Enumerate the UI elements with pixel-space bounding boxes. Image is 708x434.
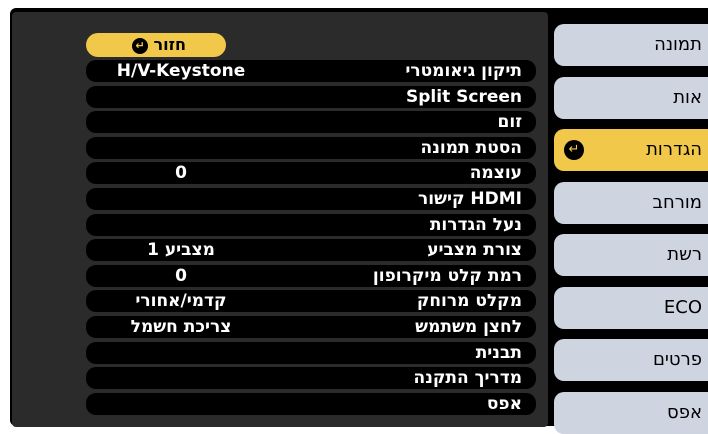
menu-row-value: H/V-Keystone [116,61,246,81]
tab-label: מורחב [652,191,702,213]
menu-row-label: מדריך התקנה [413,368,522,389]
menu-row[interactable]: תבנית [86,341,536,364]
return-label: חזור [153,35,187,54]
tab-7[interactable]: אפס [554,391,708,434]
menu-row-value: צריכת חשמל [130,317,232,337]
menu-row[interactable]: אפס [86,392,536,415]
enter-icon: ↵ [564,140,584,160]
menu-row-label: לחצן משתמש [415,317,522,337]
menu-row-label: עוצמה [469,163,522,184]
tab-label: תמונה [654,34,702,55]
menu-row-label: Split Screen [406,86,522,107]
menu-row-label: תיקון גיאומטרי [405,61,522,81]
tab-2[interactable]: הגדרות ↵ [554,129,708,171]
menu-row[interactable]: לחצן משתמש צריכת חשמל [86,316,536,338]
menu-row-label: צורת מצביע [427,240,522,261]
tab-5[interactable]: ECO [554,286,708,329]
tab-label: אות [673,86,702,108]
menu-row-label: נעל הגדרות [429,214,522,235]
menu-row[interactable]: צורת מצביע מצביע 1 [86,239,536,262]
menu-row[interactable]: מדריך התקנה [86,367,536,390]
menu-row-label: זום [497,112,522,133]
menu-row-label: אפס [486,393,522,414]
tab-6[interactable]: פרטים [554,339,708,381]
tab-label: אפס [667,401,702,423]
menu-row-label: תבנית [475,342,522,363]
tab-0[interactable]: תמונה [554,24,708,66]
menu-row[interactable]: זום [86,111,536,134]
menu-row-value: קדמי/אחורי [135,291,227,312]
menu-row[interactable]: נעל הגדרות [86,213,536,236]
return-button[interactable]: ↵ חזור [86,33,226,57]
enter-icon: ↵ [131,37,148,54]
menu-row-value: 0 [175,163,187,184]
menu-row[interactable]: רמת קלט מיקרופון 0 [86,264,536,287]
menu-row-label: מקלט מרוחק [416,291,522,312]
menu-row[interactable]: Split Screen [86,85,536,108]
menu-row-value: מצביע 1 [147,240,215,261]
menu-row-label: רמת קלט מיקרופון [372,265,522,286]
menu-row[interactable]: מקלט מרוחק קדמי/אחורי [86,290,536,313]
menu-row[interactable]: קישור HDMI [86,188,536,210]
menu-row[interactable]: הסטת תמונה [86,136,536,159]
tab-4[interactable]: רשת [554,234,708,276]
tab-3[interactable]: מורחב [554,181,708,224]
menu-row-label: קישור HDMI [418,189,522,209]
tab-label: הגדרות [646,139,702,160]
menu-row-label: הסטת תמונה [420,137,522,158]
menu-row-value: 0 [175,265,187,286]
menu-row[interactable]: תיקון גיאומטרי H/V-Keystone [86,60,536,82]
tab-label: ECO [663,296,702,318]
tab-label: רשת [667,244,702,265]
menu-row[interactable]: עוצמה 0 [86,162,536,185]
tab-label: פרטים [652,349,702,370]
tab-1[interactable]: אות [554,76,708,119]
